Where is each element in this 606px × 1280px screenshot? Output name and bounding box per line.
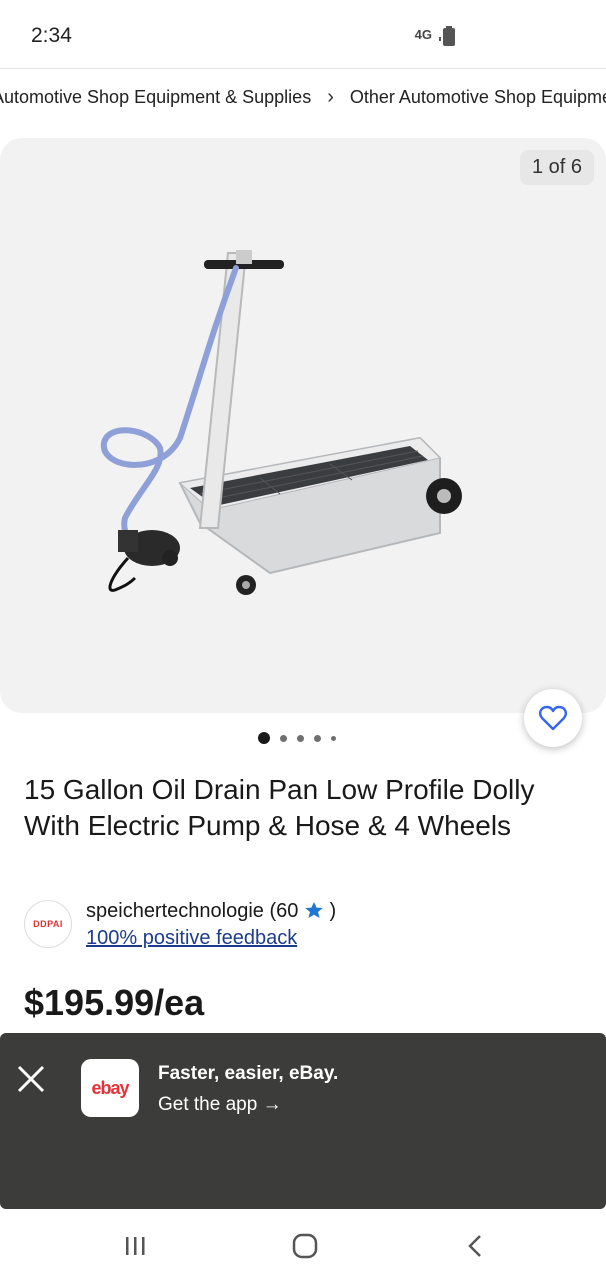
seller-name[interactable]: speichertechnologie (60: [86, 900, 298, 922]
product-image-gallery[interactable]: 1 of 6: [0, 138, 606, 713]
status-bar: 2:34 4G: [0, 0, 606, 68]
status-time: 2:34: [31, 24, 72, 47]
breadcrumb-item[interactable]: Other Automotive Shop Equipment: [350, 87, 606, 108]
carousel-dot[interactable]: [280, 734, 287, 742]
home-icon: [292, 1233, 318, 1259]
heart-icon: [539, 705, 567, 731]
product-title: 15 Gallon Oil Drain Pan Low Profile Doll…: [24, 774, 535, 841]
carousel-indicator[interactable]: [258, 732, 336, 744]
carousel-dot[interactable]: [297, 734, 304, 742]
system-navigation-bar: [0, 1209, 606, 1280]
chevron-right-icon: ›: [327, 86, 334, 108]
carousel-dot-active[interactable]: [258, 732, 270, 744]
product-image: [100, 250, 462, 595]
ebay-logo: ebay: [91, 1077, 129, 1098]
ebay-app-icon[interactable]: ebay: [81, 1059, 139, 1117]
recent-apps-icon: [126, 1237, 145, 1255]
seller-feedback-link[interactable]: 100% positive feedback: [86, 927, 336, 950]
watch-button[interactable]: [524, 689, 582, 747]
home-button[interactable]: [285, 1231, 325, 1261]
battery-icon: [443, 26, 455, 46]
recent-apps-button[interactable]: [115, 1231, 155, 1261]
seller-logo[interactable]: DDPAI: [24, 900, 72, 948]
back-button[interactable]: [455, 1231, 495, 1261]
back-icon: [468, 1235, 481, 1257]
breadcrumb: Automotive Shop Equipment & Supplies › O…: [0, 86, 606, 109]
seller-name-suffix: ): [329, 900, 337, 922]
seller-info[interactable]: DDPAI speichertechnologie (60 ) 100% pos…: [24, 900, 336, 950]
header-divider: [0, 68, 606, 69]
star-icon: [305, 902, 323, 918]
close-icon[interactable]: [14, 1062, 48, 1096]
carousel-dot[interactable]: [331, 735, 336, 741]
carousel-dot[interactable]: [314, 734, 321, 742]
product-price: $195.99/ea: [24, 982, 205, 1023]
banner-title: Faster, easier, eBay.: [158, 1063, 339, 1084]
seller-name-row[interactable]: speichertechnologie (60 ): [86, 900, 336, 923]
get-app-link[interactable]: Get the app →: [158, 1094, 282, 1116]
breadcrumb-item[interactable]: Automotive Shop Equipment & Supplies: [0, 87, 311, 108]
network-label: 4G: [414, 26, 432, 42]
image-counter: 1 of 6: [519, 150, 594, 185]
